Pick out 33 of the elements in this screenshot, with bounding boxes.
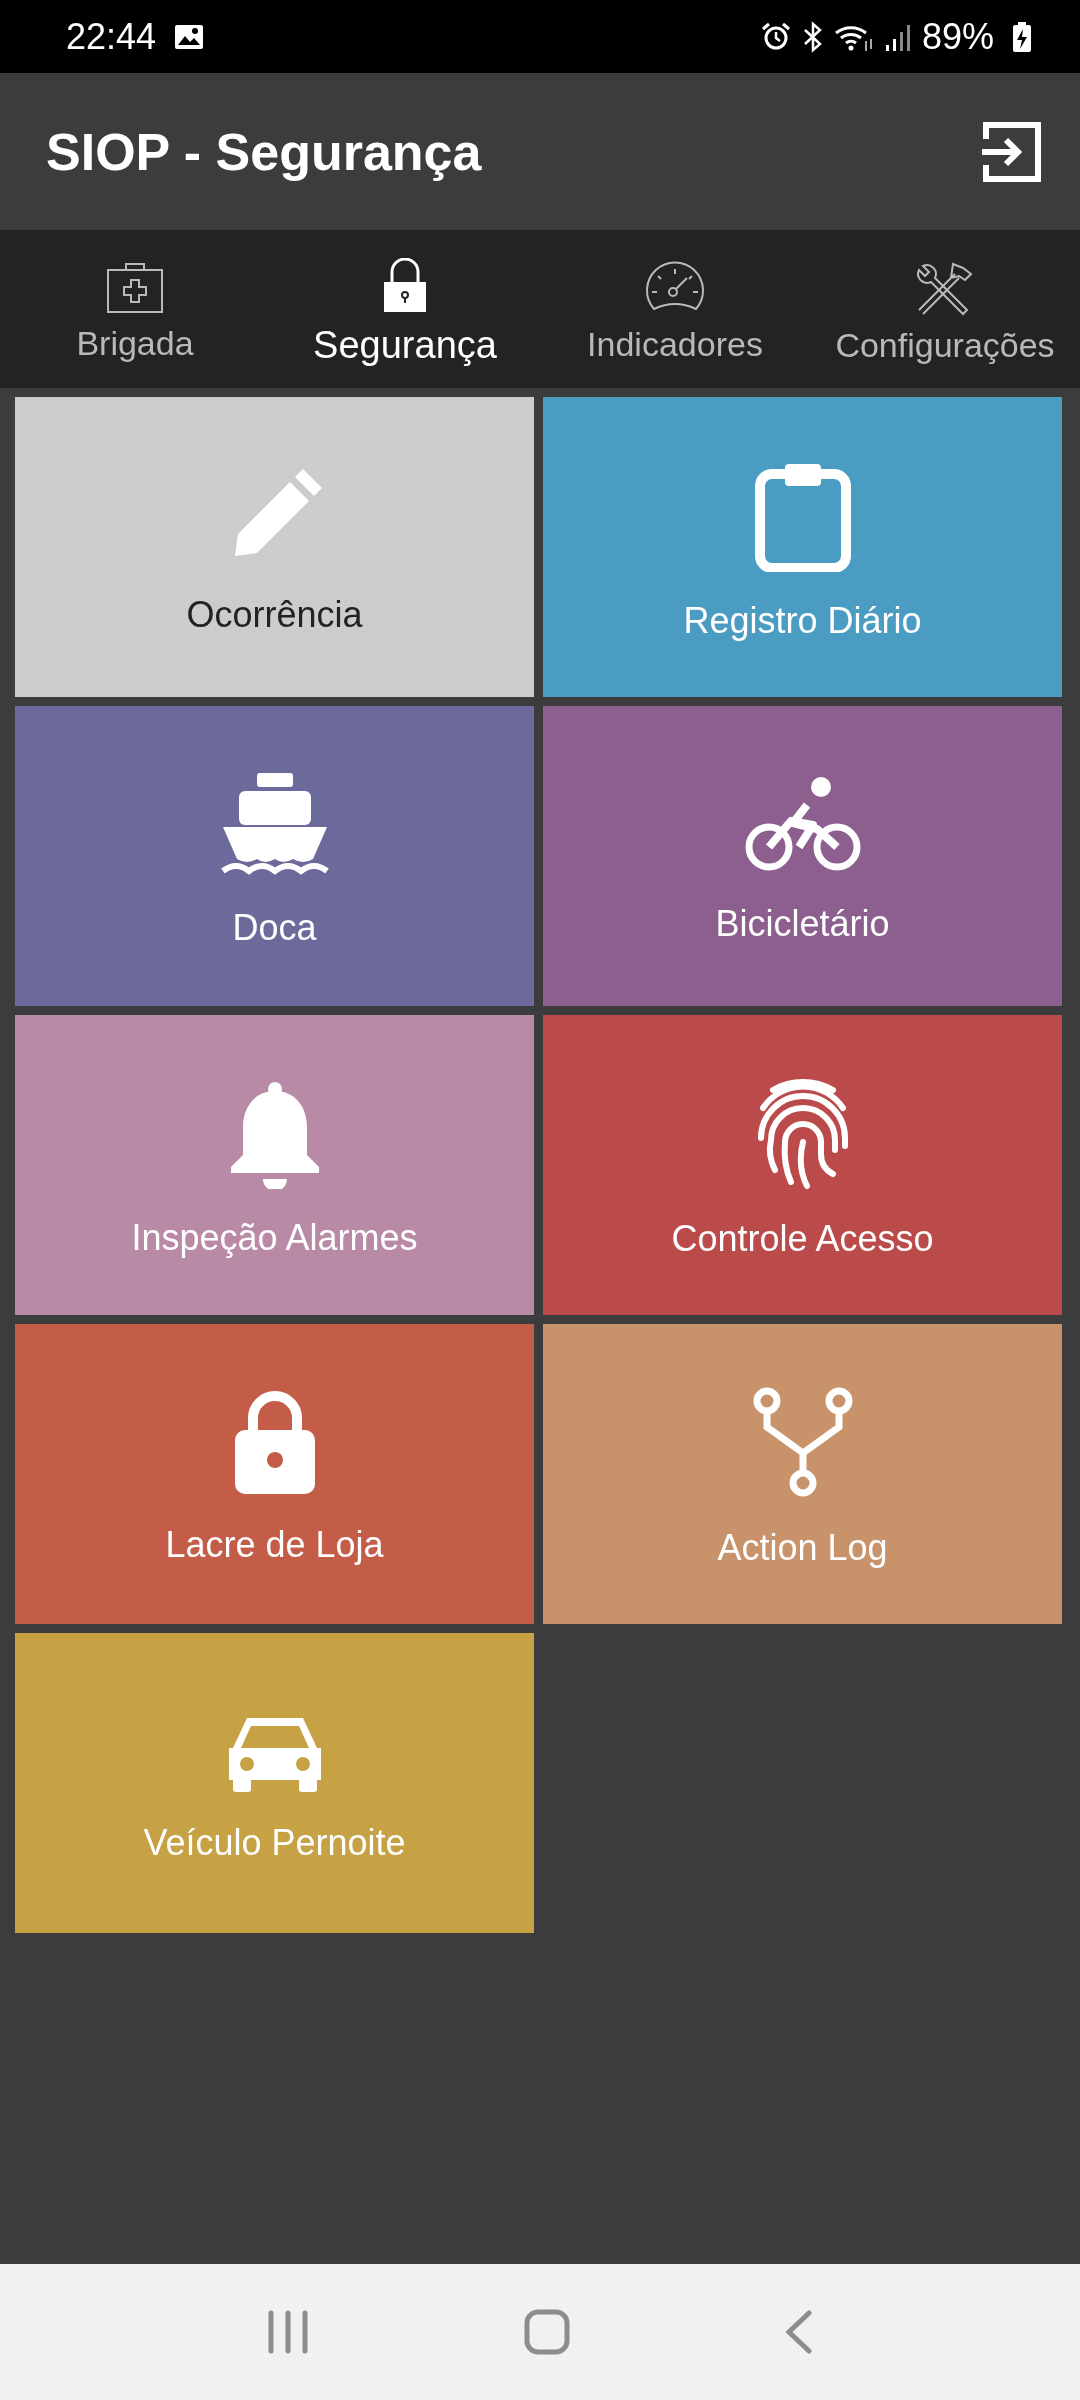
menu-tile[interactable]: Controle Acesso: [543, 1015, 1062, 1315]
menu-tile[interactable]: Inspeção Alarmes: [15, 1015, 534, 1315]
tab[interactable]: Indicadores: [540, 230, 810, 388]
recent-apps-icon[interactable]: [267, 2310, 310, 2354]
image-icon: [174, 23, 205, 50]
tile-label: Inspeção Alarmes: [131, 1217, 418, 1259]
menu-tile[interactable]: Doca: [15, 706, 534, 1006]
tile-label: Registro Diário: [683, 600, 922, 642]
tab[interactable]: Configurações: [810, 230, 1080, 388]
tab[interactable]: Segurança: [270, 230, 540, 388]
battery-icon: [1012, 20, 1032, 53]
padlock-icon: [232, 1390, 317, 1496]
menu-tile[interactable]: Registro Diário: [543, 397, 1062, 697]
tab[interactable]: Brigada: [0, 230, 270, 388]
branch-icon: [752, 1387, 853, 1499]
menu-tile[interactable]: Action Log: [543, 1324, 1062, 1624]
medkit-icon: [106, 261, 164, 314]
tile-label: Action Log: [717, 1527, 888, 1569]
clock-time: 22:44: [66, 15, 157, 58]
menu-tile[interactable]: Ocorrência: [15, 397, 534, 697]
tile-label: Controle Acesso: [671, 1218, 934, 1260]
menu-tile[interactable]: Lacre de Loja: [15, 1324, 534, 1624]
tile-label: Veículo Pernoite: [143, 1822, 406, 1864]
back-icon[interactable]: [784, 2310, 813, 2354]
menu-tile[interactable]: Bicicletário: [543, 706, 1062, 1006]
tile-label: Bicicletário: [715, 903, 890, 945]
tile-label: Ocorrência: [186, 594, 363, 636]
home-icon[interactable]: [524, 2309, 570, 2355]
battery-percent: 89%: [921, 15, 994, 58]
tile-label: Doca: [232, 907, 317, 949]
tile-label: Lacre de Loja: [165, 1524, 384, 1566]
app-title: SIOP - Segurança: [46, 121, 482, 182]
padlock-icon: [382, 257, 428, 314]
